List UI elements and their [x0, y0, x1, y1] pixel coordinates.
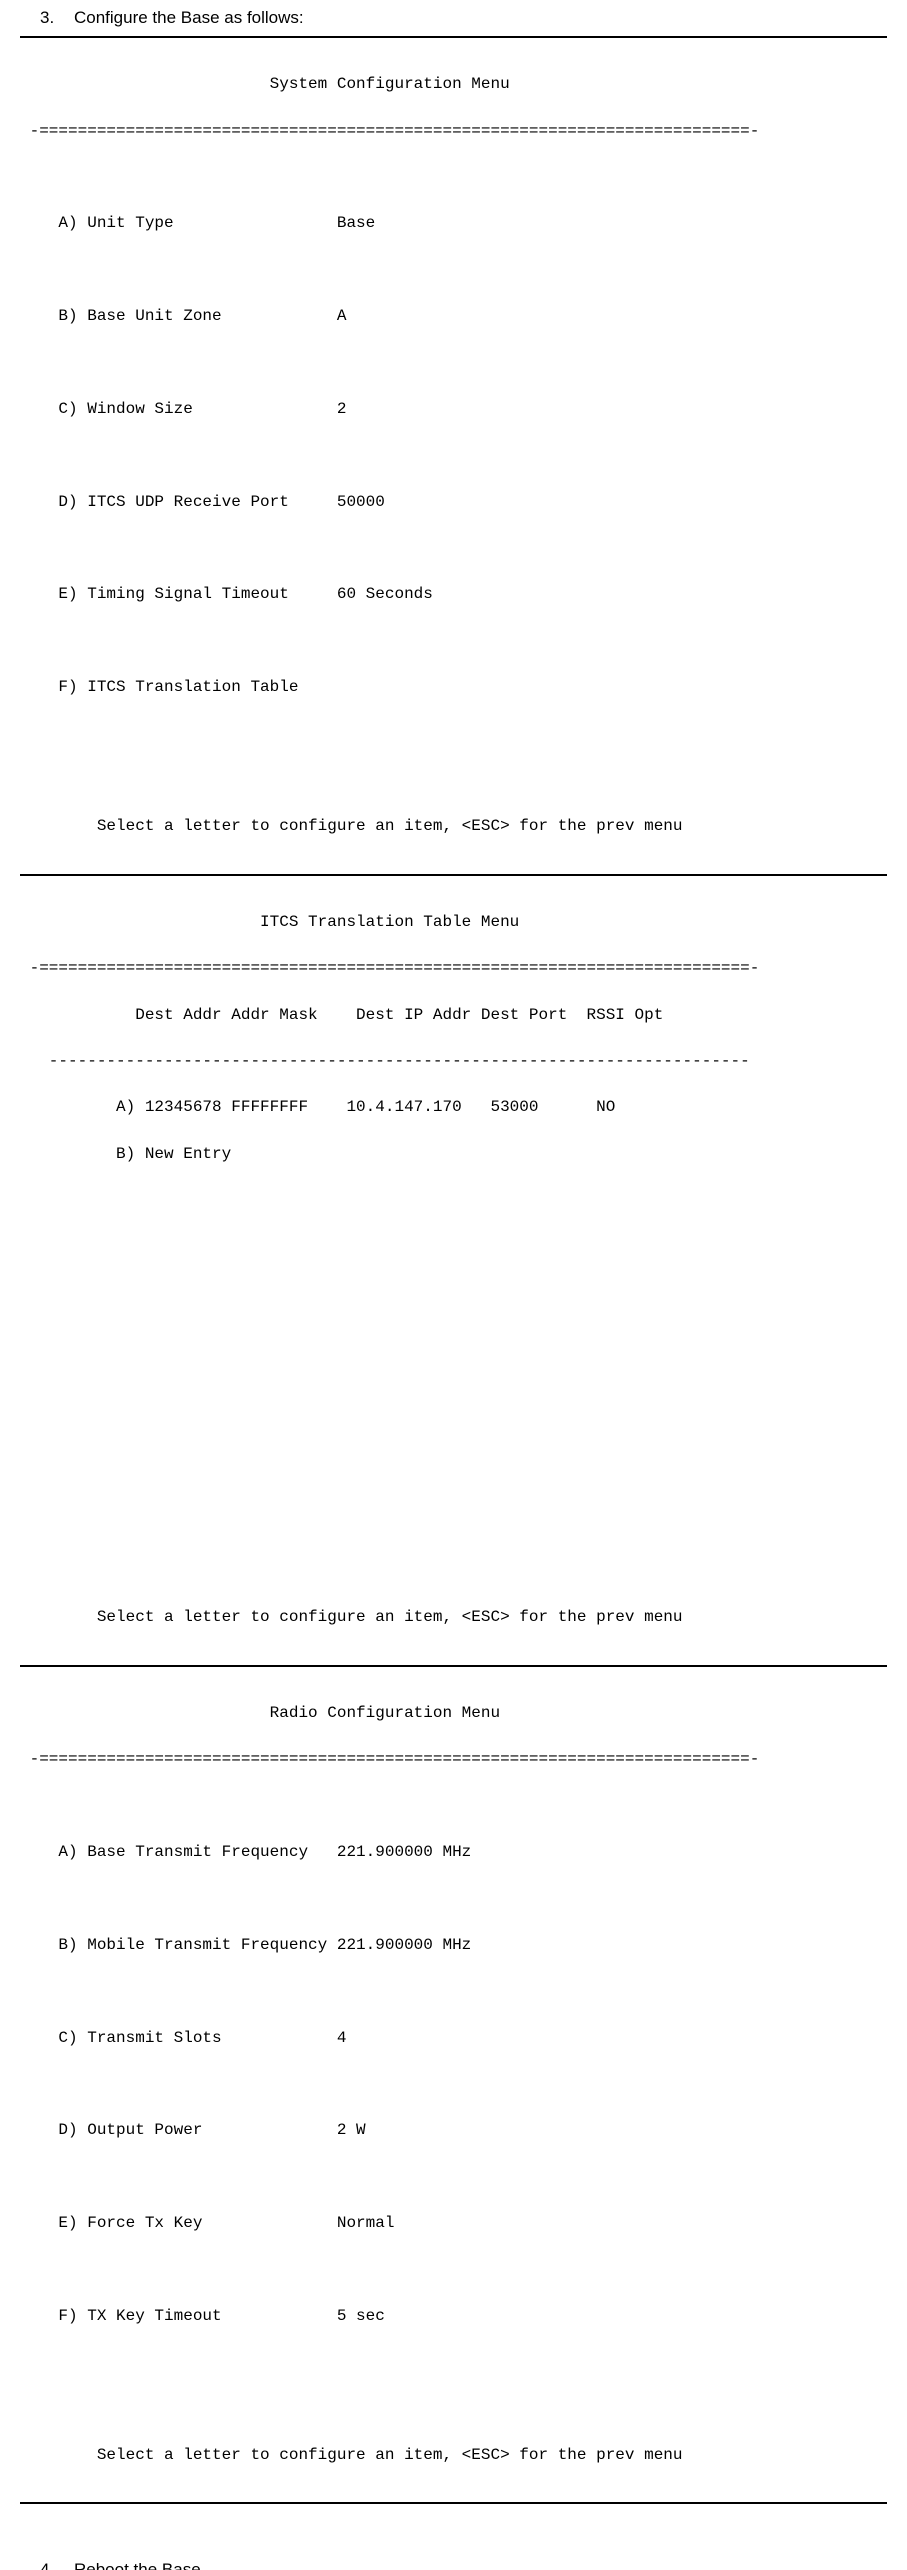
menu-rule: -=======================================…	[20, 120, 887, 143]
spacer	[20, 2512, 887, 2552]
blank-line	[20, 351, 887, 374]
menu-title: System Configuration Menu	[20, 73, 887, 96]
menu-item-itcs-udp-port[interactable]: D) ITCS UDP Receive Port 50000	[20, 491, 887, 514]
blank-line	[20, 722, 887, 745]
radio-config-menu: Radio Configuration Menu -==============…	[20, 1675, 887, 2495]
menu-item-base-tx-freq[interactable]: A) Base Transmit Frequency 221.900000 MH…	[20, 1841, 887, 1864]
blank-line	[20, 769, 887, 792]
menu-prompt: Select a letter to configure an item, <E…	[20, 1606, 887, 1629]
blank-line	[20, 537, 887, 560]
menu-item-base-unit-zone[interactable]: B) Base Unit Zone A	[20, 305, 887, 328]
blank-line	[20, 1980, 887, 2003]
blank-line	[20, 630, 887, 653]
blank-line	[20, 1887, 887, 1910]
menu-rule: -=======================================…	[20, 957, 887, 980]
blank-line	[20, 1328, 887, 1351]
blank-line	[20, 1375, 887, 1398]
table-dash: ----------------------------------------…	[20, 1050, 887, 1073]
menu-rule: -=======================================…	[20, 1748, 887, 1771]
menu-item-itcs-translation-table[interactable]: F) ITCS Translation Table	[20, 676, 887, 699]
blank-line	[20, 1560, 887, 1583]
blank-line	[20, 1421, 887, 1444]
blank-line	[20, 444, 887, 467]
blank-line	[20, 2258, 887, 2281]
blank-line	[20, 1467, 887, 1490]
blank-line	[20, 2351, 887, 2374]
menu-item-tx-key-timeout[interactable]: F) TX Key Timeout 5 sec	[20, 2305, 887, 2328]
menu-title: Radio Configuration Menu	[20, 1702, 887, 1725]
menu-item-output-power[interactable]: D) Output Power 2 W	[20, 2119, 887, 2142]
blank-line	[20, 166, 887, 189]
step-4: 4. Reboot the Base	[40, 2560, 887, 2570]
menu-item-unit-type[interactable]: A) Unit Type Base	[20, 212, 887, 235]
menu-item-timing-timeout[interactable]: E) Timing Signal Timeout 60 Seconds	[20, 583, 887, 606]
divider	[20, 874, 887, 876]
system-config-menu: System Configuration Menu -=============…	[20, 46, 887, 866]
blank-line	[20, 1235, 887, 1258]
itcs-translation-menu: ITCS Translation Table Menu -===========…	[20, 884, 887, 1657]
blank-line	[20, 2398, 887, 2421]
menu-item-window-size[interactable]: C) Window Size 2	[20, 398, 887, 421]
step-3-text: Configure the Base as follows:	[74, 8, 887, 28]
step-3: 3. Configure the Base as follows:	[40, 8, 887, 28]
table-row-new-entry[interactable]: B) New Entry	[20, 1143, 887, 1166]
divider	[20, 1665, 887, 1667]
blank-line	[20, 1189, 887, 1212]
blank-line	[20, 1514, 887, 1537]
menu-title: ITCS Translation Table Menu	[20, 911, 887, 934]
blank-line	[20, 1795, 887, 1818]
menu-item-force-tx-key[interactable]: E) Force Tx Key Normal	[20, 2212, 887, 2235]
menu-item-mobile-tx-freq[interactable]: B) Mobile Transmit Frequency 221.900000 …	[20, 1934, 887, 1957]
step-4-text: Reboot the Base	[74, 2560, 887, 2570]
step-3-number: 3.	[40, 8, 74, 28]
menu-item-transmit-slots[interactable]: C) Transmit Slots 4	[20, 2027, 887, 2050]
step-4-number: 4.	[40, 2560, 74, 2570]
menu-prompt: Select a letter to configure an item, <E…	[20, 2444, 887, 2467]
blank-line	[20, 1282, 887, 1305]
table-row-a[interactable]: A) 12345678 FFFFFFFF 10.4.147.170 53000 …	[20, 1096, 887, 1119]
blank-line	[20, 2166, 887, 2189]
blank-line	[20, 2073, 887, 2096]
menu-prompt: Select a letter to configure an item, <E…	[20, 815, 887, 838]
divider	[20, 36, 887, 38]
divider	[20, 2502, 887, 2504]
blank-line	[20, 259, 887, 282]
table-header: Dest Addr Addr Mask Dest IP Addr Dest Po…	[20, 1004, 887, 1027]
